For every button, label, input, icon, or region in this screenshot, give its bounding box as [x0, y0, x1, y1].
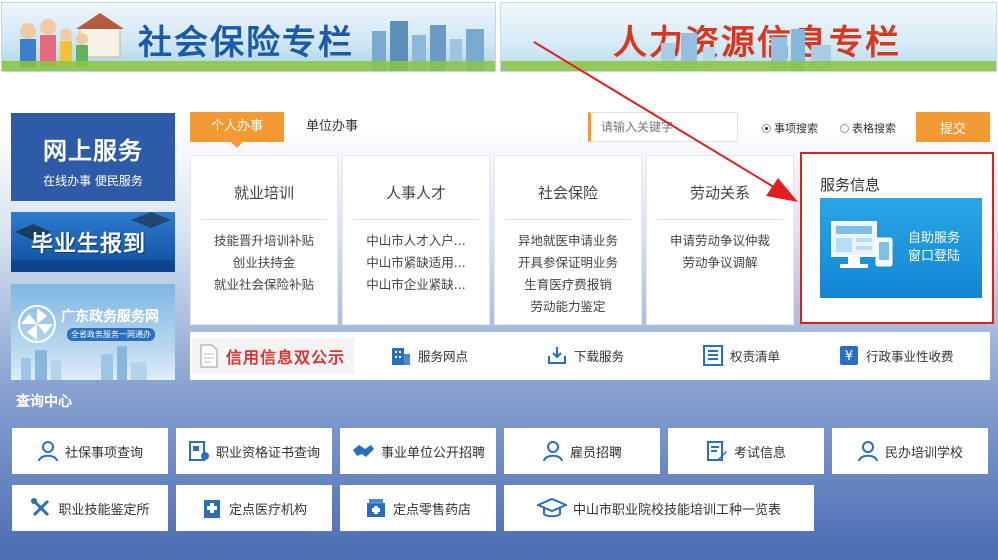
graduation-cap-icon	[536, 497, 567, 518]
person-icon	[37, 441, 58, 462]
qualification-certificate-query-button[interactable]: 职业资格证书查询	[176, 428, 332, 474]
public-recruitment-button[interactable]: 事业单位公开招聘	[340, 428, 496, 474]
computer-monitor-icon	[831, 221, 893, 268]
yen-icon: ¥	[840, 346, 858, 365]
service-outlets-link[interactable]: 服务网点	[390, 344, 468, 366]
document-icon	[200, 344, 218, 368]
category-link[interactable]: 劳动能力鉴定	[495, 296, 641, 318]
category-card-personnel: 人事人才 中山市人才入户... 中山市紧缺适用... 中山市企业紧缺...	[342, 155, 490, 325]
certificate-icon	[188, 441, 209, 461]
credit-info-bar: 信用信息双公示 服务网点 下载服务 权责清单 ¥ 行政事业性收费	[190, 332, 990, 380]
exam-info-button[interactable]: 考试信息	[668, 428, 824, 474]
download-service-link[interactable]: 下载服务	[546, 344, 624, 366]
graduate-report-text: 毕业生报到	[31, 232, 147, 257]
tools-icon	[31, 498, 50, 517]
query-button-label: 考试信息	[733, 445, 786, 461]
social-insurance-title: 社会保险专栏	[138, 23, 354, 63]
social-insurance-banner[interactable]: 社会保险专栏	[1, 2, 496, 72]
radio-form-search-label: 表格搜索	[852, 122, 896, 135]
download-service-label: 下载服务	[574, 348, 625, 364]
social-security-query-button[interactable]: 社保事项查询	[12, 428, 168, 474]
query-button-label: 中山市职业院校技能培训工种一览表	[572, 502, 781, 518]
pinwheel-logo-icon	[18, 305, 56, 343]
tab-personal[interactable]: 个人办事	[190, 112, 284, 148]
query-button-label: 职业资格证书查询	[215, 445, 320, 461]
query-button-label: 定点零售药店	[392, 502, 471, 518]
skill-appraisal-button[interactable]: 职业技能鉴定所	[12, 485, 168, 531]
private-training-school-button[interactable]: 民办培训学校	[832, 428, 988, 474]
query-button-label: 社保事项查询	[64, 445, 143, 461]
person-icon	[857, 441, 878, 462]
category-link[interactable]: 生育医疗费报销	[495, 274, 641, 296]
category-title[interactable]: 人事人才	[343, 182, 489, 203]
online-service-panel[interactable]: 网上服务 在线办事 便民服务	[11, 113, 175, 201]
submit-button[interactable]: 提交	[916, 112, 990, 142]
query-center-title: 查询中心	[16, 394, 72, 410]
category-link[interactable]: 创业扶持金	[191, 252, 337, 274]
designated-pharmacy-button[interactable]: 定点零售药店	[340, 485, 496, 531]
category-title[interactable]: 就业培训	[191, 182, 337, 203]
self-service-text: 自助服务 窗口登陆	[908, 230, 960, 266]
download-icon	[548, 347, 566, 364]
admin-fees-label: 行政事业性收费	[866, 348, 954, 364]
credit-dual-publicity-link[interactable]: 信用信息双公示	[192, 338, 354, 374]
city-skyline-icon	[21, 346, 147, 380]
category-link[interactable]: 中山市企业紧缺...	[343, 274, 489, 296]
query-button-label: 民办培训学校	[884, 445, 963, 461]
radio-unselected-icon	[840, 123, 849, 133]
gd-title: 广东政务服务网	[61, 309, 159, 325]
edit-document-icon	[706, 441, 727, 461]
query-button-label: 定点医疗机构	[228, 502, 307, 518]
category-link[interactable]: 异地就医申请业务	[495, 230, 641, 252]
vocational-training-list-button[interactable]: 中山市职业院校技能培训工种一览表	[504, 485, 814, 531]
service-outlets-label: 服务网点	[418, 348, 469, 364]
online-service-title: 网上服务	[43, 137, 143, 165]
service-info-title: 服务信息	[820, 176, 881, 194]
category-link[interactable]: 开具参保证明业务	[495, 252, 641, 274]
svg-text:¥: ¥	[845, 349, 853, 364]
radio-form-search[interactable]: 表格搜索	[840, 120, 896, 136]
tab-unit[interactable]: 单位办事	[306, 112, 358, 142]
query-button-label: 雇员招聘	[569, 445, 622, 461]
guangdong-gov-service-banner[interactable]: 广东政务服务网 全省政务服务一网通办	[11, 284, 175, 380]
hospital-icon	[203, 500, 220, 518]
graduate-report-banner[interactable]: 毕业生报到	[11, 212, 175, 272]
category-link[interactable]: 申请劳动争议仲裁	[647, 230, 793, 252]
admin-fees-link[interactable]: ¥ 行政事业性收费	[838, 344, 954, 366]
annotation-arrow-icon	[533, 41, 798, 202]
self-service-line2: 窗口登陆	[908, 249, 961, 264]
category-link[interactable]: 劳动争议调解	[647, 252, 793, 274]
category-card-employment: 就业培训 技能晋升培训补贴 创业扶持金 就业社会保险补贴	[190, 155, 338, 325]
service-info-panel: 服务信息 自助服务 窗口登陆	[800, 152, 994, 324]
category-link[interactable]: 中山市人才入户...	[343, 230, 489, 252]
building-icon	[392, 348, 410, 365]
gd-subtitle: 全省政务服务一网通办	[67, 328, 155, 341]
power-list-link[interactable]: 权责清单	[702, 344, 780, 366]
online-service-subtitle: 在线办事 便民服务	[43, 174, 143, 188]
power-list-label: 权责清单	[730, 348, 781, 364]
pharmacy-icon	[366, 499, 385, 517]
employee-recruitment-button[interactable]: 雇员招聘	[504, 428, 660, 474]
category-link[interactable]: 中山市紧缺适用...	[343, 252, 489, 274]
query-button-label: 事业单位公开招聘	[380, 445, 485, 461]
category-link[interactable]: 就业社会保险补贴	[191, 274, 337, 296]
handshake-icon	[352, 445, 374, 457]
checklist-icon	[703, 345, 723, 366]
category-link[interactable]: 技能晋升培训补贴	[191, 230, 337, 252]
self-service-login-button[interactable]: 自助服务 窗口登陆	[820, 198, 982, 298]
query-button-label: 职业技能鉴定所	[58, 502, 150, 518]
self-service-line1: 自助服务	[908, 231, 961, 246]
credit-logo-text: 信用信息双公示	[226, 348, 346, 367]
designated-medical-button[interactable]: 定点医疗机构	[176, 485, 332, 531]
person-icon	[542, 441, 563, 462]
